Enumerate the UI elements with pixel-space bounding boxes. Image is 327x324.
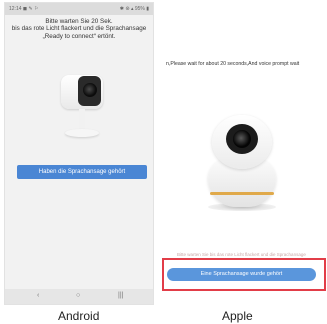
back-icon[interactable]: ‹ — [37, 292, 39, 299]
apple-caption: Apple — [222, 309, 253, 323]
instruction-line-1: Bitte warten Sie 20 Sek. — [45, 18, 113, 25]
apple-voice-prompt-heard-button[interactable]: Eine Sprachansage wurde gehört — [167, 268, 316, 281]
recent-apps-icon[interactable]: ||| — [118, 292, 123, 299]
instruction-line-3: „Ready to connect“ ertönt. — [42, 32, 116, 40]
navigation-bar: ‹ ○ ||| — [5, 289, 153, 304]
android-caption: Android — [58, 309, 100, 323]
home-icon[interactable]: ○ — [76, 292, 80, 299]
voice-prompt-heard-button[interactable]: Haben die Sprachansage gehört — [17, 165, 147, 179]
status-bar: 12:14 ◼ ✎ ⚐ ✱ ⊛ ▴ 95% ▮ — [5, 3, 153, 15]
apple-camera-image — [202, 115, 282, 215]
apple-instruction-text: n,Please wait for about 20 seconds,And v… — [166, 61, 300, 67]
android-screen: 12:14 ◼ ✎ ⚐ ✱ ⊛ ▴ 95% ▮ Bitte warten Sie… — [4, 2, 154, 305]
apple-faded-text: Bitte warten Sie bis das rote Licht flac… — [177, 252, 306, 257]
status-bar-left: 12:14 ◼ ✎ ⚐ — [9, 6, 39, 12]
status-bar-right: ✱ ⊛ ▴ 95% ▮ — [119, 6, 149, 12]
instruction-text: Bitte warten Sie 20 Sek. bis das rote Li… — [9, 18, 149, 40]
instruction-line-2: bis das rote Licht flackert und die Spra… — [11, 25, 147, 33]
camera-image — [57, 73, 107, 143]
